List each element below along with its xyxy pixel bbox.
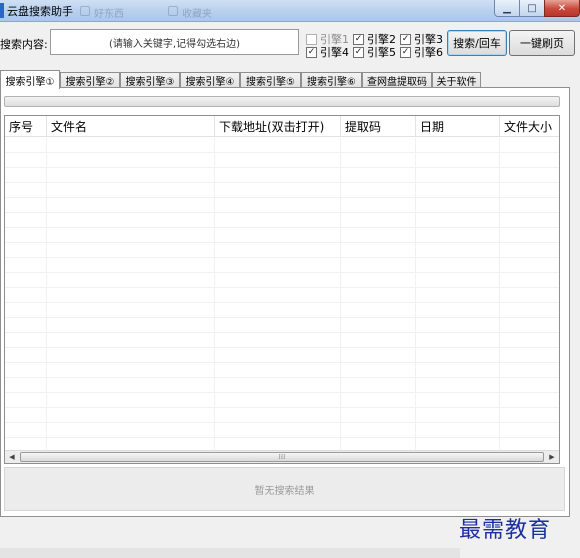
column-header[interactable]: 文件名 [47, 116, 215, 137]
status-panel: 暂无搜索结果 [4, 467, 565, 511]
progress-bar [4, 96, 560, 107]
empty-grid-row [5, 333, 559, 348]
engine-checkbox-4[interactable]: ✓ 引擎4 [306, 44, 349, 60]
checkmark-icon[interactable]: ✓ [306, 46, 317, 58]
scroll-left-icon[interactable]: ◀ [5, 451, 19, 463]
checkmark-icon[interactable]: ✓ [400, 46, 411, 58]
empty-grid-row [5, 378, 559, 393]
empty-grid-row [5, 288, 559, 303]
tab-6[interactable]: 搜索引擎⑥ [301, 72, 362, 88]
empty-grid-row [5, 273, 559, 288]
tab-5[interactable]: 搜索引擎⑤ [240, 72, 301, 88]
empty-grid-row [5, 348, 559, 363]
empty-grid-row [5, 153, 559, 168]
horizontal-scrollbar[interactable]: ◀ ⁞⁞⁞ ▶ [5, 450, 559, 463]
column-header[interactable]: 文件大小 [500, 116, 559, 137]
column-header[interactable]: 日期 [416, 116, 500, 137]
bottom-strip [0, 548, 460, 558]
engine-label: 引擎5 [367, 46, 396, 59]
engine-checkbox-5[interactable]: ✓ 引擎5 [353, 44, 396, 60]
status-empty-text: 暂无搜索结果 [254, 485, 315, 497]
empty-grid-row [5, 168, 559, 183]
tab-7[interactable]: 查网盘提取码 [362, 72, 432, 88]
title-bar: 云盘搜索助手 好东西 收藏夹 ▁ □ ✕ [0, 0, 580, 22]
tab-8[interactable]: 关于软件 [432, 72, 481, 88]
empty-grid-row [5, 258, 559, 273]
window-title: 云盘搜索助手 [7, 5, 73, 18]
empty-grid-row [5, 423, 559, 438]
search-button[interactable]: 搜索/回车 [447, 30, 507, 56]
empty-grid-row [5, 303, 559, 318]
minimize-button[interactable]: ▁ [494, 0, 520, 17]
empty-grid-row [5, 243, 559, 258]
scroll-grip-icon: ⁞⁞⁞ [278, 453, 286, 461]
search-input[interactable]: (请输入关键字,记得勾选右边) [50, 29, 299, 55]
tab-3[interactable]: 搜索引擎③ [120, 72, 180, 88]
ghost-folder-label: 收藏夹 [182, 9, 212, 20]
empty-grid-row [5, 183, 559, 198]
engine-label: 引擎4 [320, 46, 349, 59]
tab-strip: 搜索引擎① 搜索引擎② 搜索引擎③ 搜索引擎④ 搜索引擎⑤ 搜索引擎⑥ 查网盘提取码 关于软件 [0, 70, 580, 89]
empty-grid-row [5, 198, 559, 213]
search-placeholder: (请输入关键字,记得勾选右边) [109, 38, 240, 50]
app-icon [0, 3, 4, 18]
column-header[interactable]: 序号 [5, 116, 47, 137]
column-header[interactable]: 下载地址(双击打开) [215, 116, 341, 137]
engine-label: 引擎6 [414, 46, 443, 59]
minimize-icon: ▁ [503, 2, 511, 14]
search-label: 搜索内容: [0, 38, 48, 51]
refresh-button[interactable]: 一键刷页 [509, 30, 575, 56]
scroll-right-icon[interactable]: ▶ [545, 451, 559, 463]
maximize-icon: □ [527, 2, 537, 14]
checkmark-icon[interactable]: ✓ [400, 33, 411, 45]
tab-1[interactable]: 搜索引擎① [0, 70, 60, 89]
tab-4[interactable]: 搜索引擎④ [180, 72, 240, 88]
tab-2[interactable]: 搜索引擎② [60, 72, 120, 88]
checkmark-icon[interactable]: ✓ [353, 46, 364, 58]
empty-grid-row [5, 318, 559, 333]
empty-grid-row [5, 228, 559, 243]
empty-grid-row [5, 213, 559, 228]
engine-checkbox-6[interactable]: ✓ 引擎6 [400, 44, 443, 60]
maximize-button[interactable]: □ [519, 0, 545, 17]
table-header: 序号 文件名 下载地址(双击打开) 提取码 日期 文件大小 [5, 116, 559, 137]
checkmark-icon[interactable]: ✓ [353, 33, 364, 45]
column-header[interactable]: 提取码 [341, 116, 416, 137]
close-icon: ✕ [557, 2, 567, 14]
empty-grid-row [5, 393, 559, 408]
watermark-logo: 最需教育 [459, 518, 552, 543]
close-button[interactable]: ✕ [544, 0, 580, 17]
ghost-tab-icon [80, 6, 90, 16]
empty-grid-row [5, 138, 559, 153]
ghost-folder-icon [168, 6, 178, 16]
empty-grid-row [5, 363, 559, 378]
ghost-tab-label: 好东西 [94, 9, 124, 20]
checkbox-empty-icon[interactable] [306, 33, 317, 45]
results-table[interactable]: 序号 文件名 下载地址(双击打开) 提取码 日期 文件大小 ◀ ⁞⁞⁞ ▶ [4, 115, 560, 464]
table-body [5, 138, 559, 453]
scroll-thumb[interactable]: ⁞⁞⁞ [20, 452, 544, 462]
empty-grid-row [5, 408, 559, 423]
